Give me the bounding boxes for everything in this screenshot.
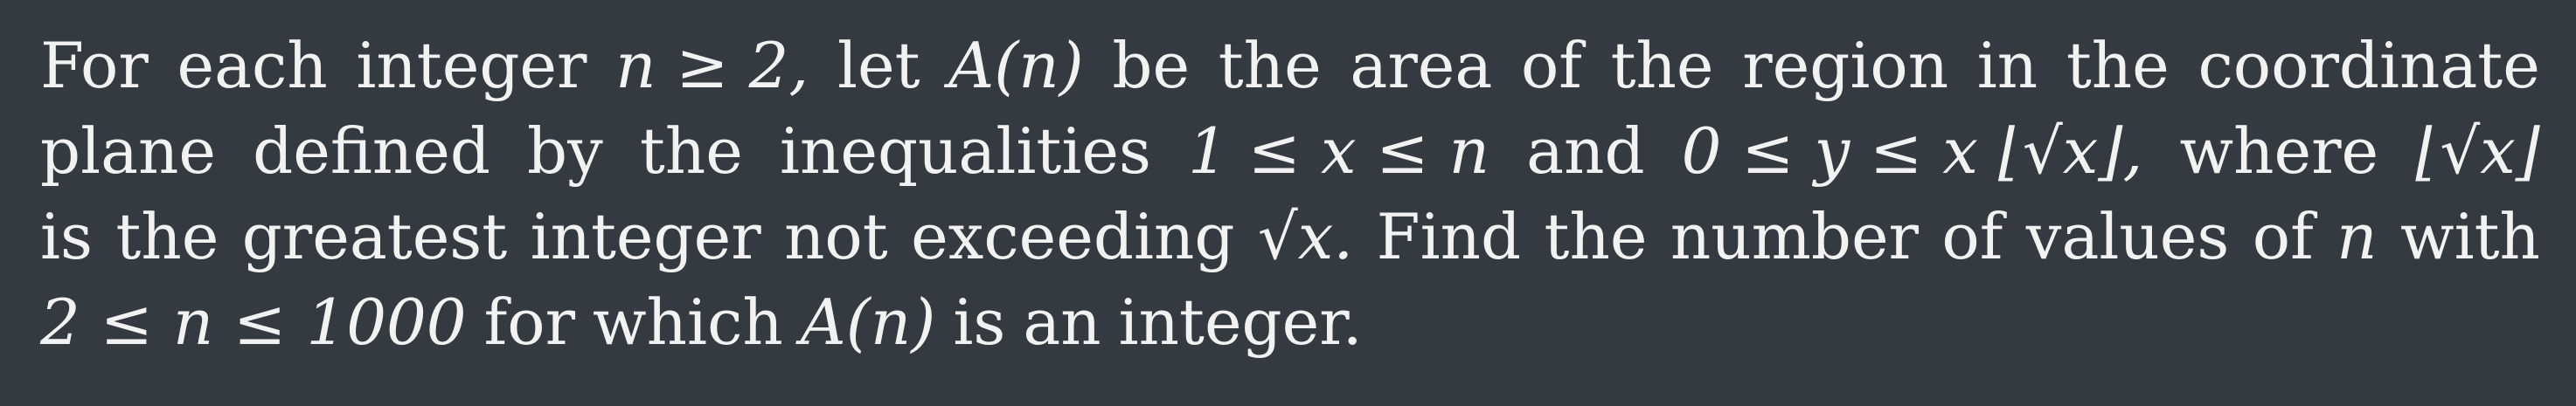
math-inline: n: [2336, 200, 2378, 273]
word: number: [1670, 200, 1919, 273]
word: where: [2179, 114, 2379, 188]
math-inline: ⌊√x⌋: [2415, 114, 2540, 188]
math-inline: 1 ≤ x ≤ n: [1188, 114, 1490, 188]
word: the: [1544, 200, 1648, 273]
word: is: [40, 200, 93, 273]
word: plane: [40, 114, 217, 188]
word: the: [2066, 29, 2170, 102]
word: integer: [530, 200, 761, 273]
word: the: [115, 200, 219, 273]
word: the: [1610, 29, 1714, 102]
word: Find: [1376, 200, 1522, 273]
problem-text: For each integer n ≥ 2, let A(n) be the …: [40, 23, 2540, 365]
word: area: [1350, 29, 1493, 102]
word: region: [1742, 29, 1949, 102]
word: the: [639, 114, 743, 188]
problem-line-3: is the greatest integer not exceeding √x…: [40, 194, 2540, 279]
word: of: [1941, 200, 2003, 273]
word: is: [953, 286, 1006, 359]
math-inline: A(n): [800, 286, 936, 359]
word: by: [527, 114, 603, 188]
word: and: [1526, 114, 1645, 188]
word: integer: [356, 29, 587, 102]
word: let: [837, 29, 920, 102]
math-inline: 2 ≤ n ≤ 1000: [40, 286, 467, 359]
word: For: [40, 29, 149, 102]
problem-line-4: 2 ≤ n ≤ 1000 for which A(n) is an intege…: [40, 279, 2540, 365]
word: defined: [253, 114, 490, 188]
word: integer.: [1118, 286, 1363, 359]
word: values: [2025, 200, 2230, 273]
word: of: [1520, 29, 1582, 102]
word: not: [784, 200, 888, 273]
word: an: [1023, 286, 1101, 359]
problem-line-2: plane defined by the inequalities 1 ≤ x …: [40, 108, 2540, 194]
word: the: [1218, 29, 1322, 102]
word: which: [593, 286, 783, 359]
word: of: [2252, 200, 2314, 273]
word: with: [2399, 200, 2540, 273]
math-inline: n ≥ 2,: [615, 29, 809, 102]
word: in: [1976, 29, 2038, 102]
math-inline: A(n): [948, 29, 1084, 102]
math-inline: √x.: [1257, 200, 1354, 273]
math-inline: 0 ≤ y ≤ x ⌊√x⌋,: [1681, 114, 2143, 188]
word: inequalities: [779, 114, 1151, 188]
word: be: [1112, 29, 1191, 102]
word: coordinate: [2198, 29, 2540, 102]
word: greatest: [241, 200, 508, 273]
word: exceeding: [911, 200, 1235, 273]
word: for: [483, 286, 576, 359]
word: each: [177, 29, 328, 102]
page-canvas: For each integer n ≥ 2, let A(n) be the …: [0, 0, 2576, 406]
problem-line-1: For each integer n ≥ 2, let A(n) be the …: [40, 23, 2540, 108]
